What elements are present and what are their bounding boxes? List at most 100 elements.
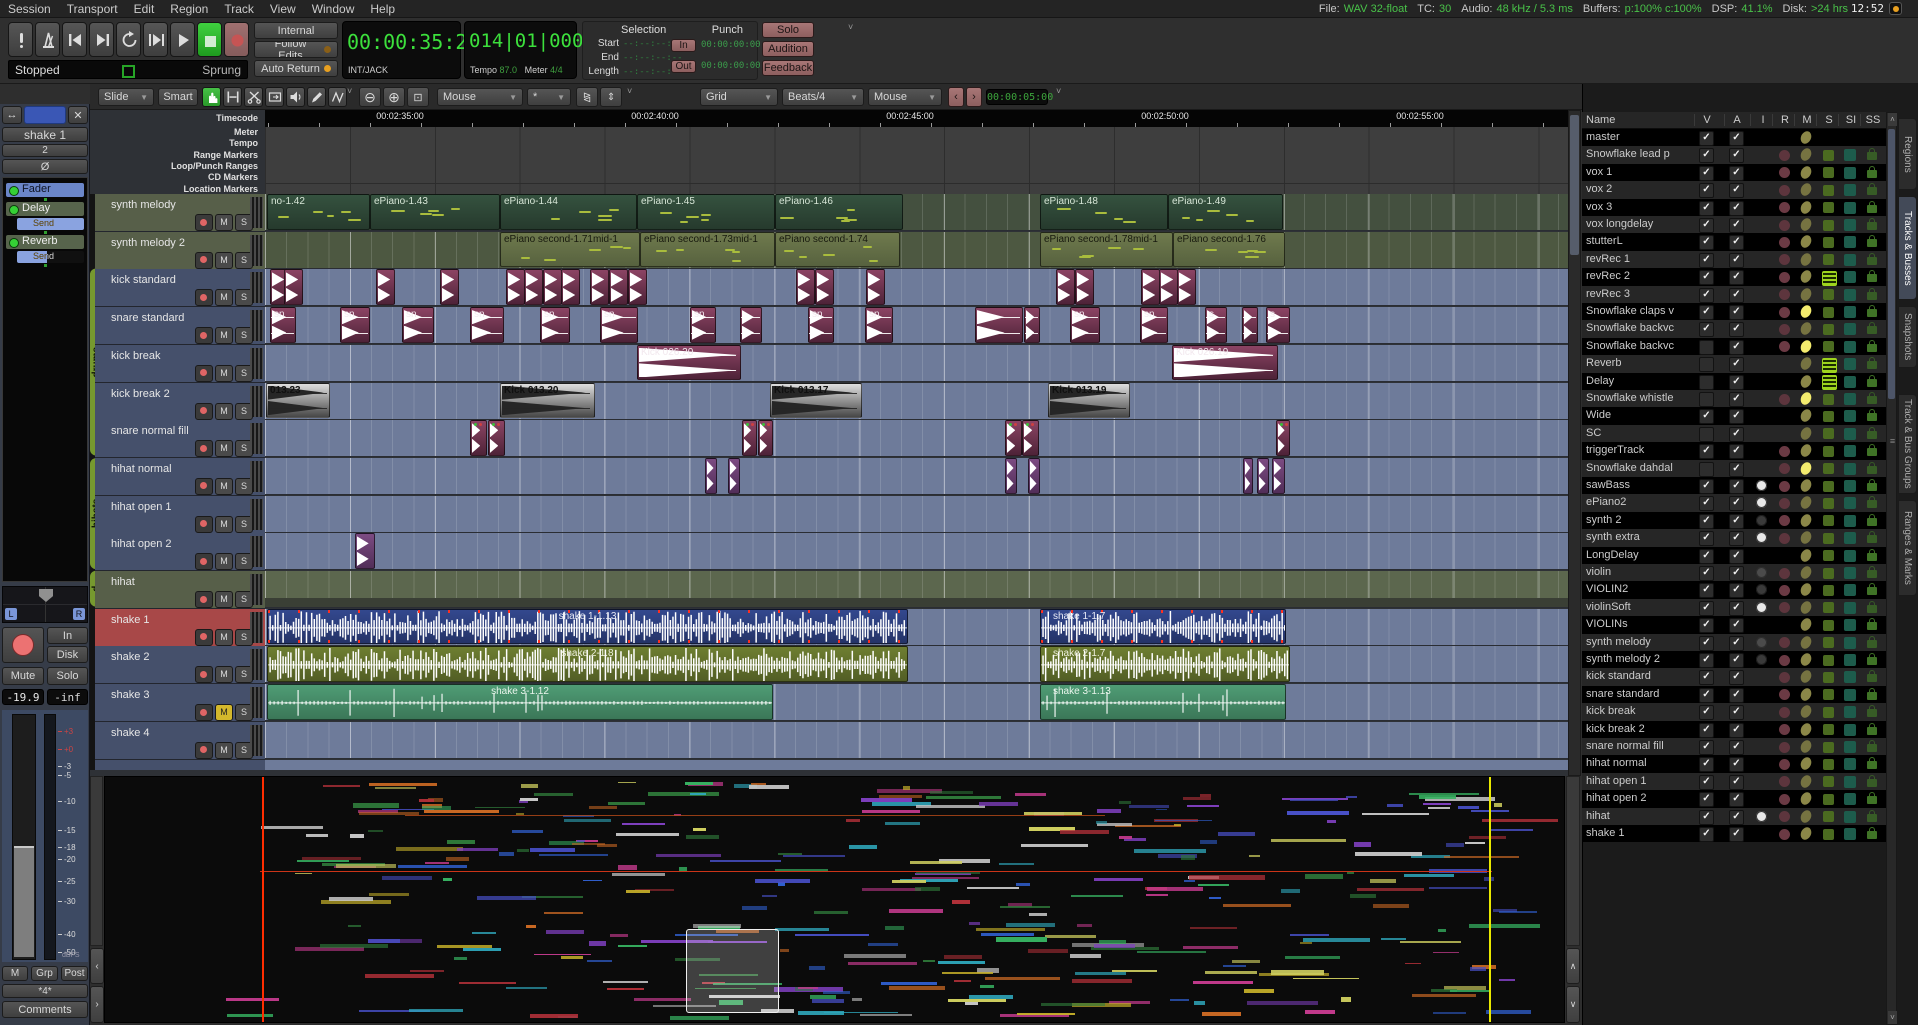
track-rec-arm-button[interactable] <box>195 742 213 759</box>
edit-mode-dropdown[interactable]: Slide▼ <box>98 88 154 106</box>
tracklist-row-vox-longdelay[interactable]: vox longdelay✓✓ <box>1582 216 1886 233</box>
solo-isolate-icon[interactable] <box>1844 497 1856 509</box>
stop-button[interactable] <box>197 22 222 57</box>
region-sn[interactable]: sn <box>1140 307 1168 343</box>
solo-safe-lock-icon[interactable] <box>1867 657 1877 665</box>
region-sn[interactable]: sn <box>808 307 834 343</box>
region-no-1-42[interactable]: no-1.42 <box>267 194 370 230</box>
edit-point-dropdown[interactable]: Mouse▼ <box>868 88 942 106</box>
track-header-shake-2[interactable]: shake 2MS <box>95 646 265 684</box>
visible-checkbox[interactable] <box>1699 340 1714 355</box>
region[interactable] <box>975 307 1023 343</box>
mute-icon[interactable] <box>1798 721 1814 736</box>
tracklist-row-revRec-3[interactable]: revRec 3✓✓ <box>1582 286 1886 303</box>
loop-button[interactable] <box>116 22 141 57</box>
mute-icon[interactable] <box>1798 217 1814 232</box>
summary-view-rect[interactable] <box>686 929 779 1013</box>
solo-isolate-icon[interactable] <box>1844 323 1856 335</box>
visible-checkbox[interactable]: ✓ <box>1699 270 1714 285</box>
tracklist-row-stutterL[interactable]: stutterL✓✓ <box>1582 233 1886 250</box>
fader-handle[interactable] <box>14 846 34 957</box>
rec-enable-icon[interactable] <box>1779 341 1790 352</box>
visible-checkbox[interactable]: ✓ <box>1699 322 1714 337</box>
visible-checkbox[interactable]: ✓ <box>1699 183 1714 198</box>
grid-type-dropdown[interactable]: Beats/4▼ <box>782 88 864 106</box>
visible-checkbox[interactable]: ✓ <box>1699 305 1714 320</box>
visible-checkbox[interactable] <box>1699 392 1714 407</box>
mute-icon[interactable] <box>1798 147 1814 162</box>
solo-safe-lock-icon[interactable] <box>1867 170 1877 178</box>
visible-checkbox[interactable]: ✓ <box>1699 792 1714 807</box>
solo-icon[interactable] <box>1823 533 1834 544</box>
rec-enable-icon[interactable] <box>1779 289 1790 300</box>
track-header-shake-3[interactable]: shake 3MS <box>95 684 265 722</box>
pane-grip-icon[interactable]: ≡ <box>1887 439 1898 453</box>
group-button[interactable]: Grp <box>31 966 58 981</box>
tracklist-row-kick-break-2[interactable]: kick break 2✓✓ <box>1582 721 1886 738</box>
track-lane-synth-melody-2[interactable]: ePiano second-1.71mid-1ePiano second-1.7… <box>265 232 1568 269</box>
track-mute-button[interactable]: M <box>215 327 233 344</box>
track-mute-button[interactable]: M <box>215 440 233 457</box>
region[interactable] <box>543 269 562 305</box>
visible-checkbox[interactable]: ✓ <box>1699 131 1714 146</box>
track-mute-button[interactable]: M <box>215 214 233 231</box>
tracklist-row-VIOLINs[interactable]: VIOLINs✓✓ <box>1582 616 1886 633</box>
solo-isolate-icon[interactable] <box>1844 480 1856 492</box>
region[interactable] <box>1005 458 1017 494</box>
gain-display[interactable]: -19.9 <box>2 689 44 705</box>
menu-help[interactable]: Help <box>362 0 403 18</box>
tool-draw-button[interactable] <box>307 87 326 107</box>
zoom-out-button[interactable]: ⊖ <box>359 87 381 107</box>
solo-safe-lock-icon[interactable] <box>1867 379 1877 387</box>
summary-scroll-up-button[interactable]: ∧ <box>1566 948 1580 984</box>
midi-input-icon[interactable] <box>1756 480 1767 491</box>
rec-enable-icon[interactable] <box>1779 655 1790 666</box>
processor-delay[interactable]: Delay <box>6 202 84 216</box>
send-delay[interactable]: Send <box>17 218 84 230</box>
solo-icon[interactable] <box>1823 655 1834 666</box>
processor-led-icon[interactable] <box>9 205 19 215</box>
active-checkbox[interactable]: ✓ <box>1729 357 1744 372</box>
mute-icon[interactable] <box>1798 617 1814 632</box>
solo-isolate-icon[interactable] <box>1844 567 1856 579</box>
rec-enable-icon[interactable] <box>1779 324 1790 335</box>
solo-isolate-icon[interactable] <box>1844 167 1856 179</box>
visible-checkbox[interactable]: ✓ <box>1699 479 1714 494</box>
mute-icon[interactable] <box>1798 704 1814 719</box>
active-checkbox[interactable]: ✓ <box>1729 409 1744 424</box>
solo-icon[interactable] <box>1823 776 1834 787</box>
record-button[interactable] <box>224 22 249 57</box>
solo-icon[interactable] <box>1823 724 1834 735</box>
rec-enable-icon[interactable] <box>1779 811 1790 822</box>
region[interactable] <box>1005 420 1022 456</box>
solo-safe-lock-icon[interactable] <box>1867 292 1877 300</box>
active-checkbox[interactable]: ✓ <box>1729 810 1744 825</box>
rec-enable-icon[interactable] <box>1779 307 1790 318</box>
solo-safe-lock-icon[interactable] <box>1867 152 1877 160</box>
region[interactable] <box>488 420 505 456</box>
active-checkbox[interactable]: ✓ <box>1729 705 1744 720</box>
visible-checkbox[interactable]: ✓ <box>1699 496 1714 511</box>
rec-enable-icon[interactable] <box>1779 481 1790 492</box>
region[interactable] <box>506 269 525 305</box>
region-shake-2-1-8[interactable]: shake 2-1.8 <box>267 646 908 682</box>
track-list-scrollbar[interactable]: ˄ ˅ ≡ <box>1886 112 1897 1025</box>
pan-thumb[interactable] <box>39 589 53 602</box>
region[interactable] <box>728 458 740 494</box>
visible-checkbox[interactable]: ✓ <box>1699 775 1714 790</box>
region-Kick-026-20[interactable]: Kick 026.20 <box>637 345 741 381</box>
visible-checkbox[interactable]: ✓ <box>1699 740 1714 755</box>
mute-icon[interactable] <box>1798 530 1814 545</box>
tracklist-row-hihat-normal[interactable]: hihat normal✓✓ <box>1582 755 1886 772</box>
track-mute-button[interactable]: M <box>215 629 233 646</box>
active-checkbox[interactable]: ✓ <box>1729 688 1744 703</box>
tracklist-row-kick-standard[interactable]: kick standard✓✓ <box>1582 668 1886 685</box>
tracklist-row-kick-break[interactable]: kick break✓✓ <box>1582 703 1886 720</box>
track-header-hihat[interactable]: hihatMS <box>95 571 265 609</box>
solo-isolate-icon[interactable] <box>1844 550 1856 562</box>
mute-icon[interactable] <box>1798 547 1814 562</box>
track-rec-arm-button[interactable] <box>195 591 213 608</box>
tracklist-row-vox-3[interactable]: vox 3✓✓ <box>1582 199 1886 216</box>
region-ePiano-1-46[interactable]: ePiano-1.46 <box>775 194 903 230</box>
solo-icon[interactable] <box>1823 811 1834 822</box>
